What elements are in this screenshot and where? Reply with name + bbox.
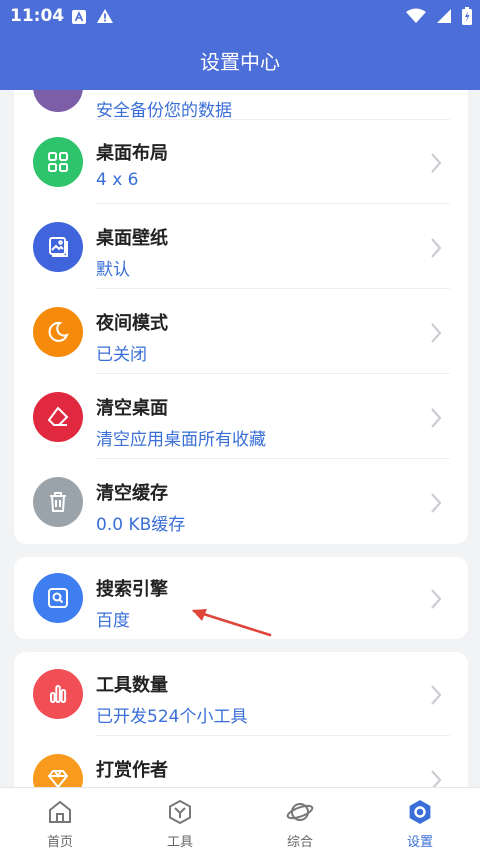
settings-item-title: 搜索引擎 xyxy=(96,579,168,600)
settings-item-title: 夜间模式 xyxy=(96,313,168,334)
divider xyxy=(96,203,450,204)
chevron-right-icon xyxy=(430,769,442,787)
bar-chart-icon xyxy=(33,669,83,719)
settings-list[interactable]: 安全备份您的数据 桌面布局 4 x 6 桌面壁纸 默认 夜间模式 已关闭 清空桌… xyxy=(0,90,480,787)
moon-icon xyxy=(33,307,83,357)
warning-icon xyxy=(96,8,114,28)
chevron-right-icon xyxy=(430,684,442,710)
settings-card-about: 工具数量 已开发524个小工具 打赏作者 xyxy=(14,652,468,787)
nav-item-home[interactable]: 首页 xyxy=(0,788,120,854)
chevron-right-icon xyxy=(430,407,442,433)
battery-icon xyxy=(462,7,472,29)
nav-item-general[interactable]: 综合 xyxy=(240,788,360,854)
notification-a-icon xyxy=(72,9,86,28)
nav-item-settings[interactable]: 设置 xyxy=(360,788,480,854)
settings-item-title: 桌面壁纸 xyxy=(96,228,168,249)
eraser-icon xyxy=(33,392,83,442)
settings-item-subtitle: 已开发524个小工具 xyxy=(96,707,248,727)
chevron-right-icon xyxy=(430,237,442,263)
settings-item-subtitle: 已关闭 xyxy=(96,345,147,365)
settings-item-subtitle: 清空应用桌面所有收藏 xyxy=(96,430,266,450)
divider xyxy=(96,735,450,736)
diamond-icon xyxy=(33,754,83,787)
app-bar: 设置中心 xyxy=(0,32,480,90)
divider xyxy=(96,288,450,289)
settings-item-subtitle: 0.0 KB缓存 xyxy=(96,515,186,535)
settings-item-clear-desktop[interactable]: 清空桌面 清空应用桌面所有收藏 xyxy=(14,375,468,459)
settings-item-subtitle: 安全备份您的数据 xyxy=(96,101,232,121)
settings-icon xyxy=(406,798,434,826)
search-box-icon xyxy=(33,573,83,623)
home-icon xyxy=(46,798,74,826)
status-time: 11:04 xyxy=(10,6,65,26)
signal-icon xyxy=(436,8,452,28)
nav-label: 首页 xyxy=(46,835,73,850)
nav-label: 设置 xyxy=(406,835,433,850)
grid-icon xyxy=(33,137,83,187)
trash-icon xyxy=(33,477,83,527)
settings-item-title: 打赏作者 xyxy=(96,760,168,781)
settings-item-tool-count[interactable]: 工具数量 已开发524个小工具 xyxy=(14,652,468,736)
settings-item-donate[interactable]: 打赏作者 xyxy=(14,737,468,787)
wifi-icon xyxy=(406,8,426,28)
settings-item-subtitle: 4 x 6 xyxy=(96,170,139,190)
planet-icon xyxy=(286,798,314,826)
settings-item-night-mode[interactable]: 夜间模式 已关闭 xyxy=(14,290,468,374)
chevron-right-icon xyxy=(430,588,442,614)
status-bar: 11:04 xyxy=(0,0,480,32)
bottom-nav: 首页 工具 综合 设置 xyxy=(0,787,480,854)
chevron-right-icon xyxy=(430,492,442,518)
divider xyxy=(96,373,450,374)
nav-label: 综合 xyxy=(286,835,313,850)
settings-item-title: 工具数量 xyxy=(96,675,168,696)
image-icon xyxy=(33,222,83,272)
tools-icon xyxy=(166,798,194,826)
chevron-right-icon xyxy=(430,152,442,178)
settings-item-subtitle: 百度 xyxy=(96,611,130,631)
nav-item-tools[interactable]: 工具 xyxy=(120,788,240,854)
annotation-arrow-icon xyxy=(180,597,276,645)
settings-item-wallpaper[interactable]: 桌面壁纸 默认 xyxy=(14,205,468,289)
backup-icon xyxy=(33,90,83,112)
settings-item-title: 清空桌面 xyxy=(96,398,168,419)
settings-item-title: 清空缓存 xyxy=(96,483,168,504)
settings-item-title: 桌面布局 xyxy=(96,143,168,164)
settings-item-clear-cache[interactable]: 清空缓存 0.0 KB缓存 xyxy=(14,460,468,544)
nav-label: 工具 xyxy=(166,835,193,850)
settings-item-desktop-layout[interactable]: 桌面布局 4 x 6 xyxy=(14,120,468,204)
page-title: 设置中心 xyxy=(200,50,280,74)
divider xyxy=(96,458,450,459)
settings-item-subtitle: 默认 xyxy=(96,260,130,280)
settings-card-general: 安全备份您的数据 桌面布局 4 x 6 桌面壁纸 默认 夜间模式 已关闭 清空桌… xyxy=(14,90,468,544)
chevron-right-icon xyxy=(430,322,442,348)
